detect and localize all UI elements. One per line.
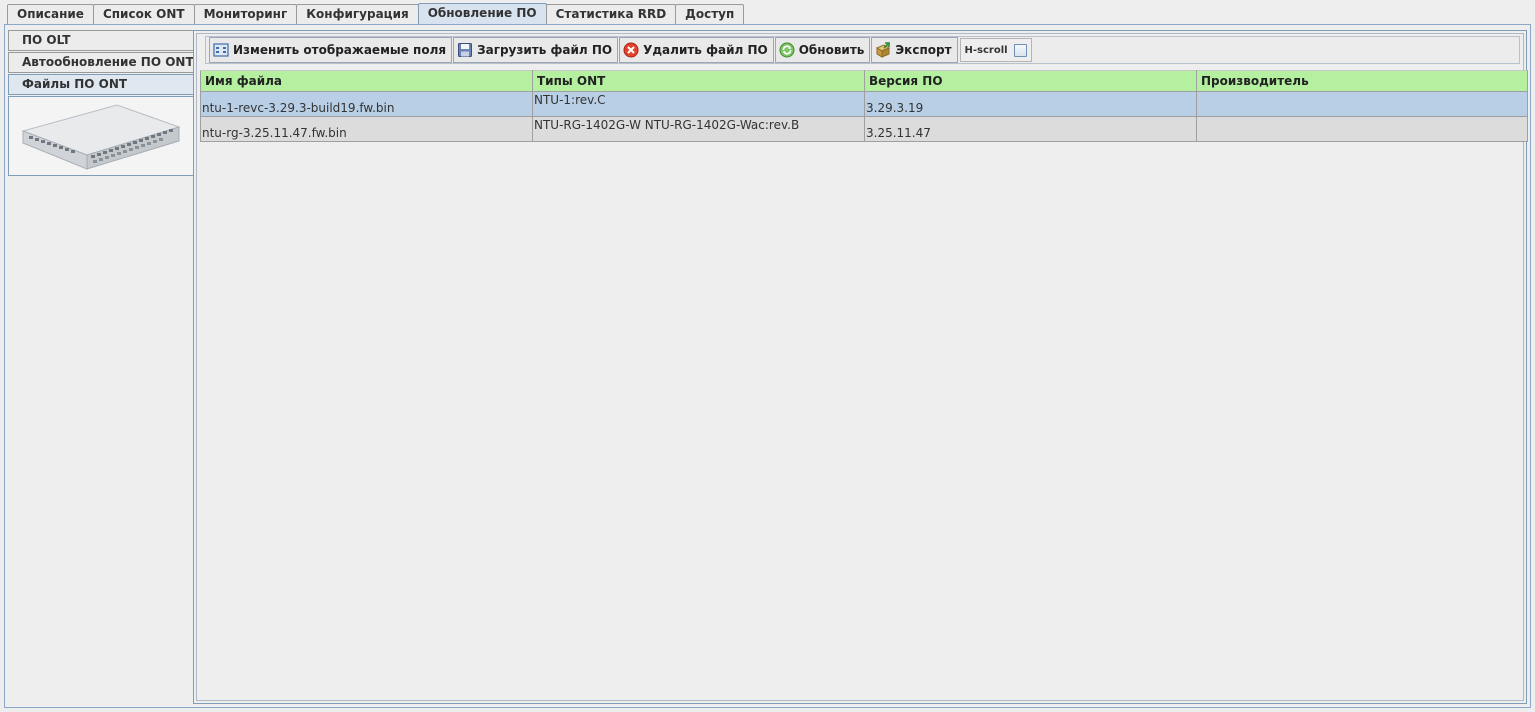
hscroll-label: H-scroll: [964, 44, 1008, 56]
table-row[interactable]: ntu-rg-3.25.11.47.fw.bin NTU-RG-1402G-W …: [200, 116, 1528, 142]
device-image-panel: [8, 96, 194, 176]
floppy-disk-icon: [458, 43, 473, 57]
delete-firmware-label: Удалить файл ПО: [643, 43, 768, 57]
column-header-firmware-version[interactable]: Версия ПО: [864, 70, 1197, 92]
export-icon: [876, 42, 891, 58]
content-panel: Изменить отображаемые поля Загрузить фай…: [193, 30, 1528, 704]
table-row[interactable]: ntu-1-revc-3.29.3-build19.fw.bin NTU-1:r…: [200, 91, 1528, 117]
side-tab-olt-firmware[interactable]: ПО OLT: [8, 30, 194, 51]
hscroll-toggle[interactable]: H-scroll: [959, 38, 1032, 62]
content-inner: Изменить отображаемые поля Загрузить фай…: [196, 33, 1528, 701]
cell-firmware-version: 3.25.11.47: [864, 116, 1197, 142]
table-header-row: Имя файла Типы ONT Версия ПО Производите…: [200, 70, 1528, 92]
refresh-icon: [779, 42, 795, 58]
main-tab-bar: Описание Список ONT Мониторинг Конфигура…: [7, 3, 745, 25]
olt-device-image: [21, 104, 181, 170]
cell-manufacturer: [1196, 91, 1528, 117]
export-label: Экспорт: [895, 43, 952, 57]
export-button[interactable]: Экспорт: [871, 37, 958, 63]
cell-file-name: ntu-1-revc-3.29.3-build19.fw.bin: [200, 91, 533, 117]
side-tab-ont-firmware-files[interactable]: Файлы ПО ONT: [8, 74, 194, 95]
refresh-label: Обновить: [798, 43, 865, 57]
cell-ont-types: NTU-RG-1402G-W NTU-RG-1402G-Wac:rev.B: [532, 116, 865, 142]
tab-description[interactable]: Описание: [7, 4, 94, 24]
tab-ont-list[interactable]: Список ONT: [92, 4, 195, 24]
upload-firmware-button[interactable]: Загрузить файл ПО: [453, 37, 619, 63]
tab-rrd-statistics[interactable]: Статистика RRD: [545, 4, 677, 24]
tab-configuration[interactable]: Конфигурация: [296, 4, 419, 24]
upload-firmware-label: Загрузить файл ПО: [477, 43, 613, 57]
column-header-manufacturer[interactable]: Производитель: [1196, 70, 1528, 92]
cell-manufacturer: [1196, 116, 1528, 142]
side-tab-ont-auto-update[interactable]: Автообновление ПО ONT: [8, 52, 194, 73]
edit-fields-label: Изменить отображаемые поля: [233, 43, 447, 57]
tab-monitoring[interactable]: Мониторинг: [193, 4, 298, 24]
delete-icon: [623, 42, 639, 58]
side-tab-bar: ПО OLT Автообновление ПО ONT Файлы ПО ON…: [8, 30, 194, 176]
cell-file-name: ntu-rg-3.25.11.47.fw.bin: [200, 116, 533, 142]
firmware-files-table: Имя файла Типы ONT Версия ПО Производите…: [200, 70, 1528, 142]
hscroll-checkbox[interactable]: [1013, 43, 1027, 57]
cell-firmware-version: 3.29.3.19: [864, 91, 1197, 117]
fields-icon: [213, 43, 229, 57]
column-header-ont-types[interactable]: Типы ONT: [532, 70, 865, 92]
toolbar: Изменить отображаемые поля Загрузить фай…: [205, 36, 1520, 64]
refresh-button[interactable]: Обновить: [774, 37, 871, 63]
delete-firmware-button[interactable]: Удалить файл ПО: [619, 37, 774, 63]
cell-ont-types: NTU-1:rev.C: [532, 91, 865, 117]
column-header-file-name[interactable]: Имя файла: [200, 70, 533, 92]
tab-firmware-update[interactable]: Обновление ПО: [417, 3, 547, 25]
edit-fields-button[interactable]: Изменить отображаемые поля: [209, 37, 453, 63]
tab-access[interactable]: Доступ: [675, 4, 745, 24]
